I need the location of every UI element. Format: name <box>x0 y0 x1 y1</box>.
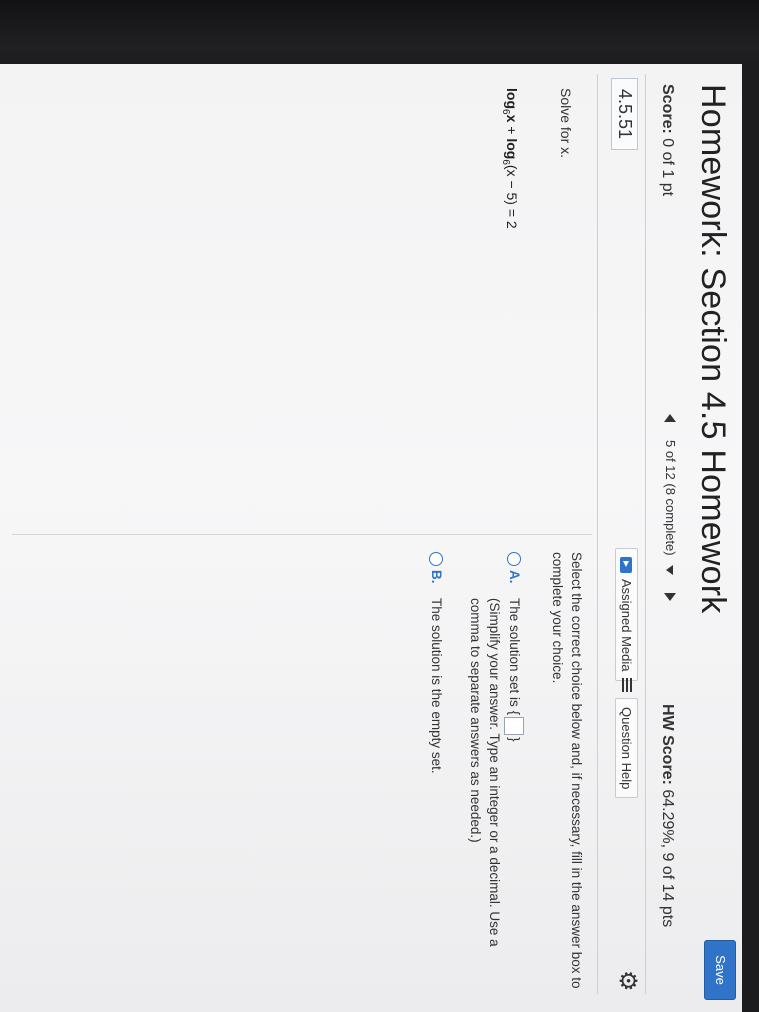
choice-b-radio[interactable] <box>428 552 443 566</box>
answer-input-box[interactable] <box>503 717 524 736</box>
answer-instruction: Select the correct choice below and, if … <box>550 552 584 989</box>
hw-score-label: HW Score: <box>659 704 676 785</box>
brace-close: } <box>507 737 522 742</box>
chevron-down-icon <box>665 565 673 576</box>
media-icon <box>620 557 633 573</box>
question-progress-text: 5 of 12 (8 complete) <box>663 440 678 556</box>
gear-icon[interactable]: ⚙ <box>613 970 642 992</box>
question-number: 4.5.51 <box>611 78 638 151</box>
hw-score-value: 64.29%, 9 of 14 pts <box>659 789 676 928</box>
score: Score: 0 of 1 pt <box>658 84 676 196</box>
choice-a-letter: A. <box>507 570 522 584</box>
question-help-button[interactable]: Question Help <box>615 678 638 799</box>
header-divider <box>645 74 646 994</box>
hw-score: HW Score: 64.29%, 9 of 14 pts <box>658 704 676 927</box>
question-navigator: 5 of 12 (8 complete) <box>663 414 678 602</box>
save-button[interactable]: Save <box>704 940 736 1000</box>
homework-page: Homework: Section 4.5 Homework Save Scor… <box>0 64 742 1012</box>
choice-a-radio[interactable] <box>507 552 521 566</box>
next-question-icon[interactable] <box>664 593 677 602</box>
pane-splitter[interactable] <box>12 534 592 535</box>
question-progress-dropdown[interactable]: 5 of 12 (8 complete) <box>663 440 678 576</box>
equation: log6x + log6(x − 5) = 2 <box>500 88 520 229</box>
answer-pane: Select the correct choice below and, if … <box>427 552 586 992</box>
choice-b[interactable]: B. The solution is the empty set. <box>427 552 446 992</box>
choice-a-hint: (Simplify your answer. Type an integer o… <box>467 598 502 947</box>
choice-b-letter: B. <box>428 570 444 584</box>
choice-a-text: The solution set is <box>507 598 522 707</box>
photo-frame: Homework: Section 4.5 Homework Save Scor… <box>0 0 759 1012</box>
score-label: Score: <box>659 84 676 134</box>
question-prompt: Solve for x. <box>558 88 574 159</box>
choice-a[interactable]: A. The solution set is {} (Simplify your… <box>466 552 524 992</box>
assigned-media-button[interactable]: Assigned Media <box>615 548 638 681</box>
score-value: 0 of 1 pt <box>659 138 676 197</box>
previous-question-icon[interactable] <box>664 414 677 422</box>
toolbar-divider <box>597 74 598 994</box>
page-title: Homework: Section 4.5 Homework <box>694 84 732 614</box>
question-pane: Solve for x. log6x + log6(x − 5) = 2 <box>500 88 574 229</box>
brace-open: { <box>507 710 522 716</box>
choice-b-text: The solution is the empty set. <box>428 598 444 774</box>
question-help-label: Question Help <box>619 707 634 790</box>
help-list-icon <box>620 678 633 692</box>
assigned-media-label: Assigned Media <box>619 579 634 672</box>
